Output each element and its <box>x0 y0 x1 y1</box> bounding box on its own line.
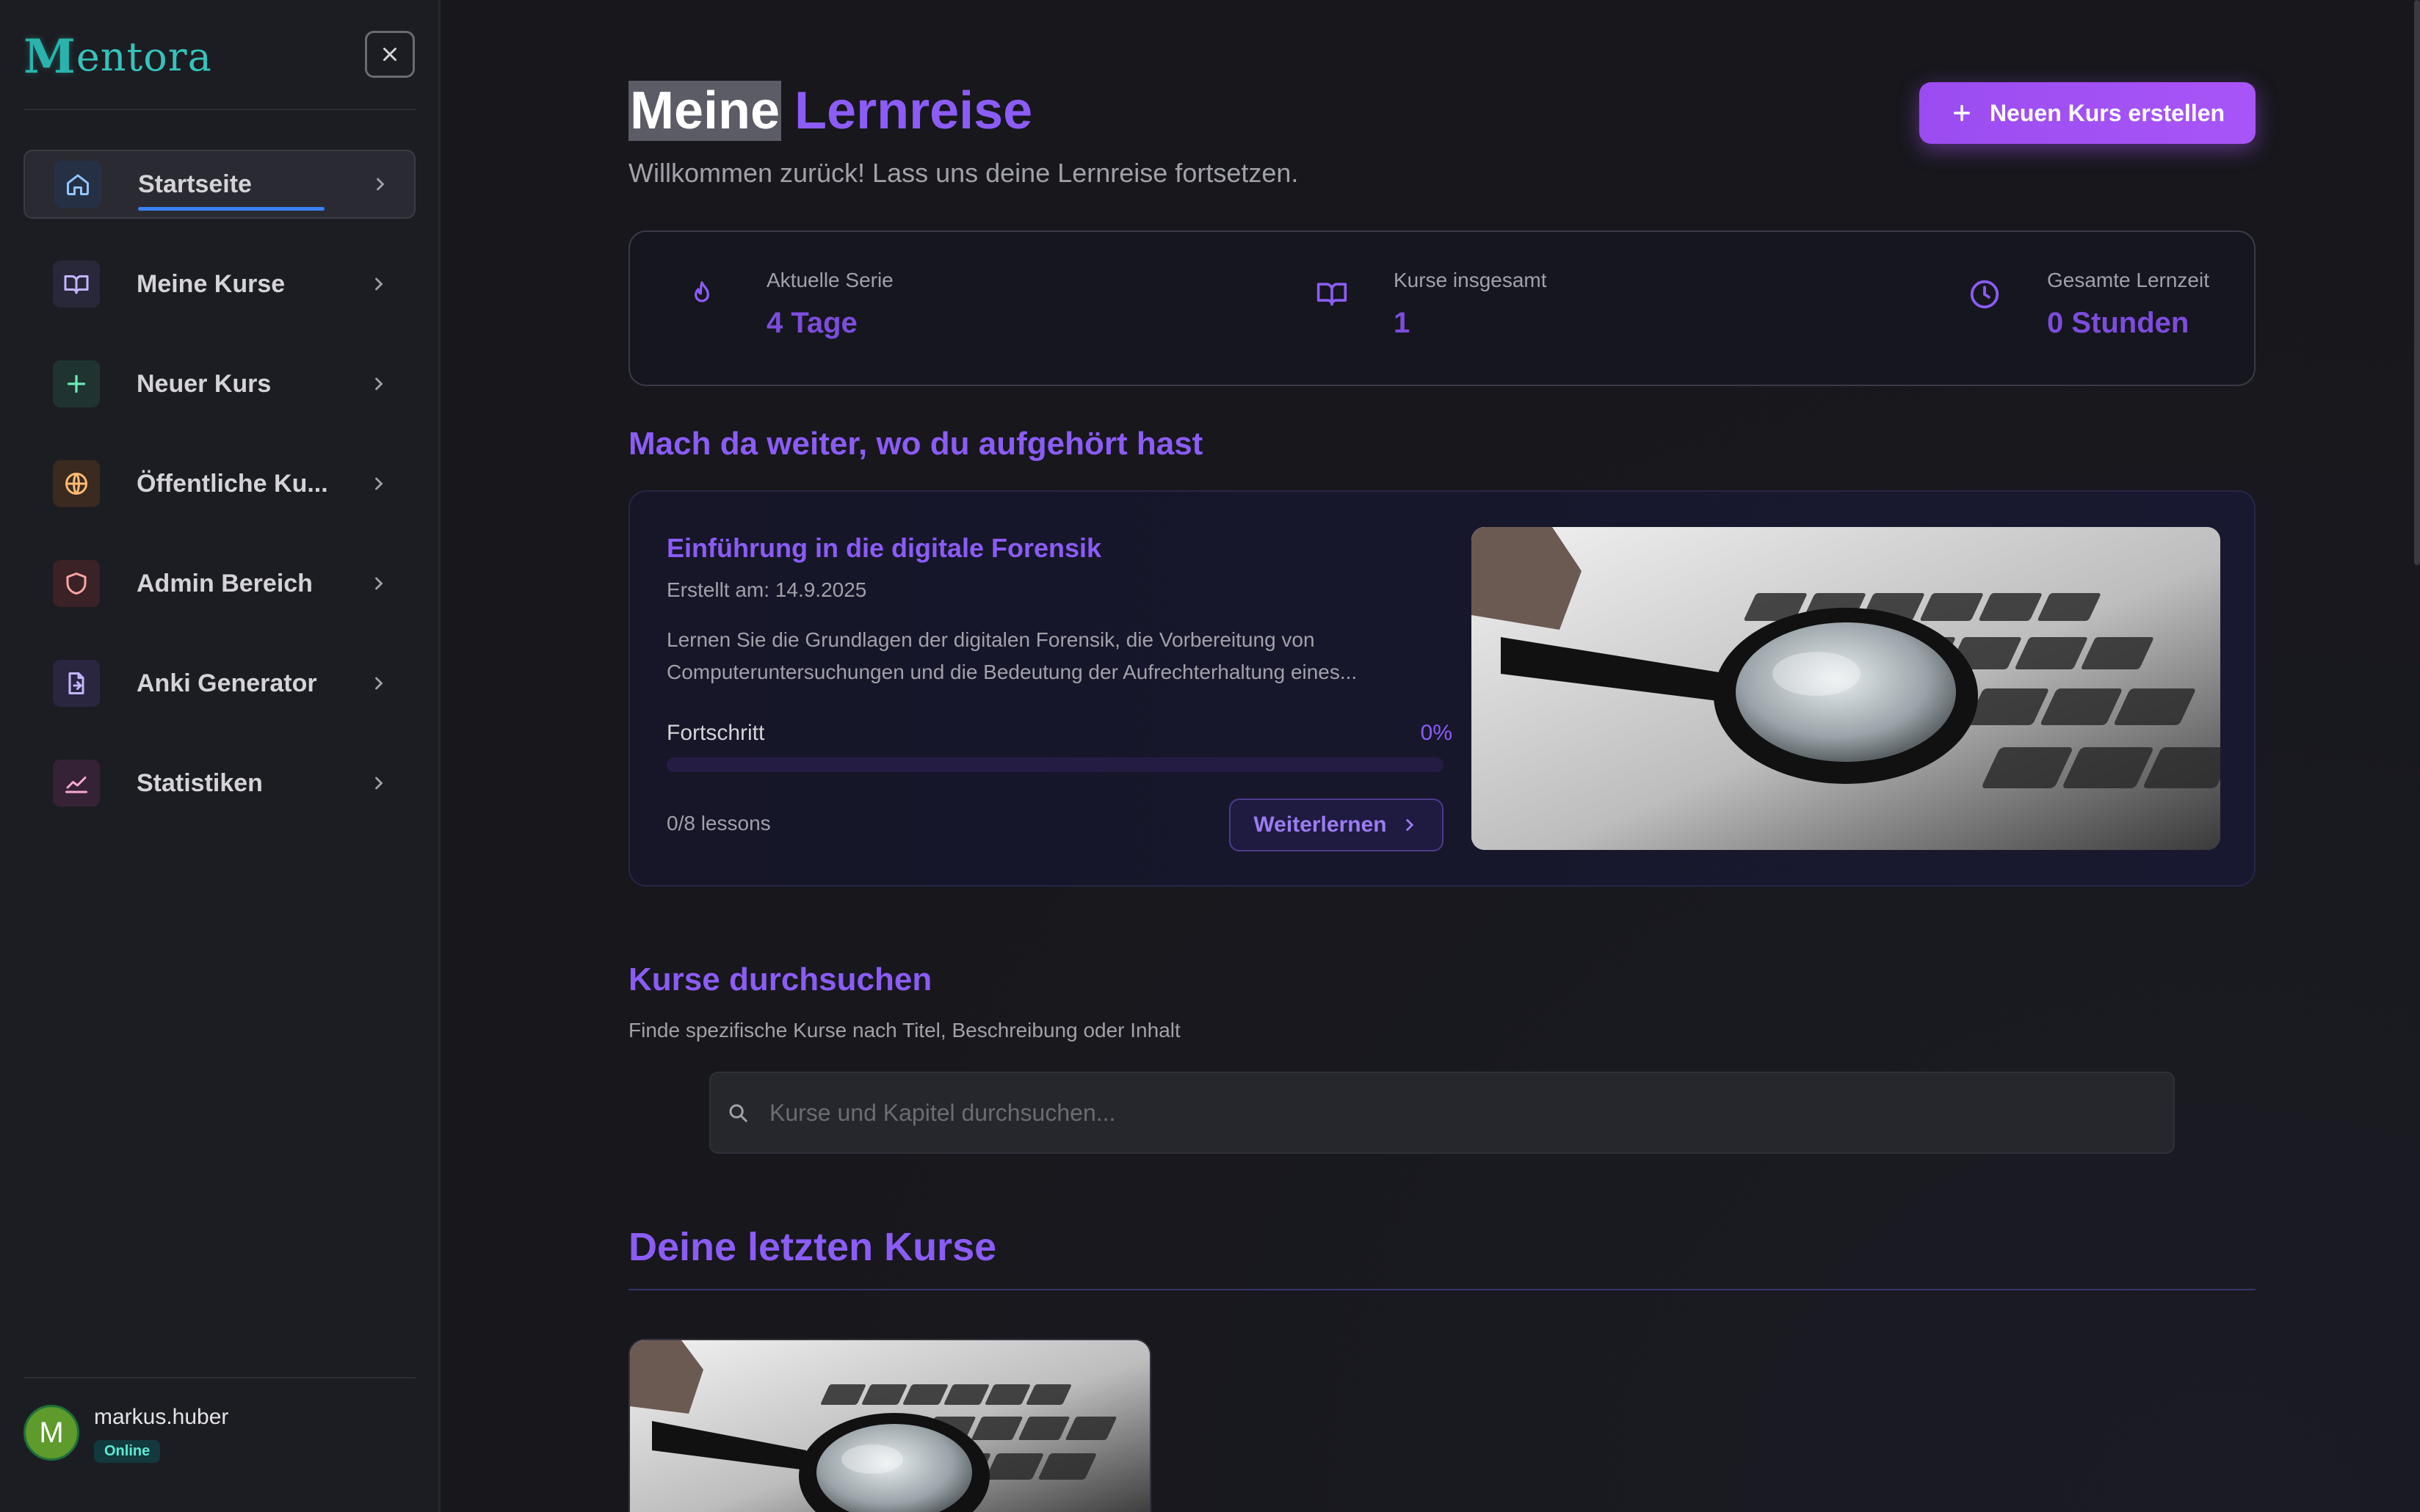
sidebar-item-anki-generator[interactable]: Anki Generator <box>23 649 416 718</box>
status-badge: Online <box>94 1440 161 1463</box>
sidebar-item-label: Meine Kurse <box>137 269 286 298</box>
search-input[interactable] <box>749 1073 2173 1152</box>
app-logo[interactable]: Mentora <box>23 29 212 84</box>
chevron-right-icon <box>375 677 383 690</box>
close-icon <box>383 48 396 61</box>
sidebar-item-label: Anki Generator <box>137 669 317 697</box>
course-image <box>1471 527 2220 850</box>
chevron-right-icon <box>377 178 385 191</box>
search-icon <box>729 1104 747 1122</box>
scrollbar-thumb[interactable] <box>2414 0 2420 565</box>
magnifier-laptop-image <box>1471 527 2220 850</box>
user-divider <box>23 1377 416 1378</box>
chevron-right-icon <box>375 577 383 590</box>
sidebar-item-label: Statistiken <box>137 768 263 797</box>
sidebar-item-startseite[interactable]: Startseite <box>23 150 416 219</box>
progress-percent: 0% <box>1420 721 1452 745</box>
lessons-count: 0/8 lessons <box>667 812 771 835</box>
sidebar-item-neuer-kurs[interactable]: Neuer Kurs <box>23 349 416 418</box>
chevron-right-icon <box>375 277 383 291</box>
globe-icon <box>53 460 100 507</box>
sidebar-item-admin-bereich[interactable]: Admin Bereich <box>23 549 416 618</box>
course-created-date: Erstellt am: 14.9.2025 <box>667 578 867 601</box>
book-open-icon <box>1316 283 1347 306</box>
sidebar-divider <box>23 109 416 110</box>
chevron-right-icon <box>375 477 383 490</box>
continue-course-card[interactable]: Einführung in die digitale Forensik Erst… <box>628 490 2256 887</box>
search-box[interactable] <box>709 1072 2175 1154</box>
continue-section-title: Mach da weiter, wo du aufgehört hast <box>628 426 1203 462</box>
stats-card: Aktuelle Serie 4 Tage Kurse insgesamt 1 … <box>628 230 2256 386</box>
magnifier-laptop-image <box>630 1340 1150 1512</box>
sidebar-item-label: Öffentliche Ku... <box>137 469 328 498</box>
page-subtitle: Willkommen zurück! Lass uns deine Lernre… <box>628 158 1299 188</box>
page-title-word-meine: Meine <box>628 81 782 141</box>
page-title-word-lernreise: Lernreise <box>794 81 1033 140</box>
sidebar-item-label: Neuer Kurs <box>137 369 272 398</box>
stat-label: Aktuelle Serie <box>767 269 894 291</box>
page-title: Meine Lernreise <box>628 81 1032 141</box>
sidebar-item-meine-kurse[interactable]: Meine Kurse <box>23 250 416 319</box>
continue-learning-label: Weiterlernen <box>1253 813 1387 837</box>
sidebar-item-label: Admin Bereich <box>137 569 313 597</box>
recent-course-card[interactable] <box>628 1339 1151 1512</box>
chart-line-icon <box>53 760 100 807</box>
search-subtitle: Finde spezifische Kurse nach Titel, Besc… <box>628 1019 1181 1042</box>
stat-current-streak: Aktuelle Serie 4 Tage <box>767 269 894 340</box>
continue-learning-button[interactable]: Weiterlernen <box>1229 799 1443 851</box>
stat-total-courses: Kurse insgesamt 1 <box>1394 269 1547 340</box>
create-course-button[interactable]: Neuen Kurs erstellen <box>1919 82 2256 144</box>
flame-icon <box>695 281 709 302</box>
progress-bar <box>667 757 1443 772</box>
file-export-icon <box>53 660 100 707</box>
search-section-title: Kurse durchsuchen <box>628 962 932 997</box>
create-course-label: Neuen Kurs erstellen <box>1989 99 2225 126</box>
sidebar-item-statistiken[interactable]: Statistiken <box>23 749 416 818</box>
username: markus.huber <box>94 1405 229 1429</box>
stat-label: Gesamte Lernzeit <box>2047 269 2209 291</box>
close-sidebar-button[interactable] <box>365 31 415 78</box>
stat-value: 0 Stunden <box>2047 307 2189 339</box>
logo-text: entora <box>76 33 212 80</box>
home-icon <box>54 161 101 208</box>
stat-value: 1 <box>1394 307 1410 339</box>
course-description: Lernen Sie die Grundlagen der digitalen … <box>667 628 1358 683</box>
shield-icon <box>53 560 100 607</box>
book-icon <box>53 261 100 308</box>
plus-icon <box>1953 104 1971 122</box>
stat-value: 4 Tage <box>767 307 858 339</box>
chevron-right-icon <box>375 377 383 390</box>
avatar[interactable]: M <box>23 1405 79 1461</box>
plus-icon <box>53 360 100 407</box>
course-title[interactable]: Einführung in die digitale Forensik <box>667 533 1101 564</box>
recent-course-image <box>630 1340 1150 1512</box>
stat-label: Kurse insgesamt <box>1394 269 1547 291</box>
progress-label: Fortschritt <box>667 721 765 745</box>
logo-initial: M <box>23 29 76 84</box>
sidebar-item-oeffentliche-kurse[interactable]: Öffentliche Ku... <box>23 449 416 518</box>
sidebar-item-label: Startseite <box>138 170 351 211</box>
stat-total-learning-time: Gesamte Lernzeit 0 Stunden <box>2047 269 2209 340</box>
recent-courses-title: Deine letzten Kurse <box>628 1225 997 1269</box>
sidebar: Mentora Startseite Meine Kurse Neuer Kur… <box>0 0 441 1512</box>
clock-icon <box>1970 280 1999 309</box>
chevron-right-icon <box>375 777 383 790</box>
recent-courses-divider <box>628 1289 2256 1290</box>
chevron-right-icon <box>1405 819 1413 831</box>
